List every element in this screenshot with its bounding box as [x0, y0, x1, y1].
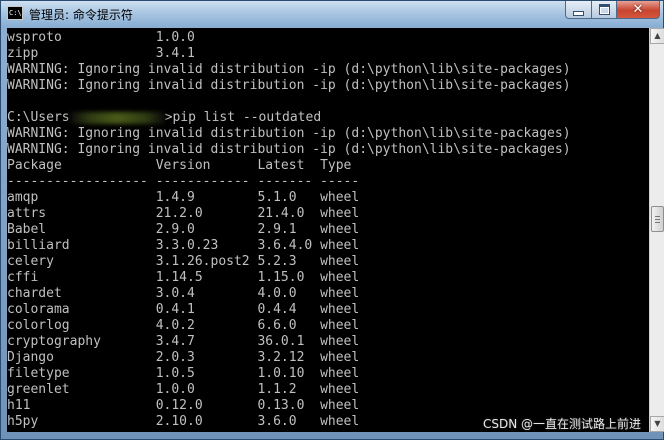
console-line: Package Version Latest Type — [7, 158, 352, 173]
console-line: greenlet 1.0.0 1.1.2 wheel — [7, 382, 360, 397]
console-line: colorama 0.4.1 0.4.4 wheel — [7, 302, 360, 317]
minimize-button[interactable] — [565, 1, 592, 19]
cmd-window: C:\ 管理员: 命令提示符 ✕ wsproto 1.0.0 zipp 3.4.1… — [0, 0, 664, 440]
minimize-icon — [573, 10, 584, 16]
close-icon: ✕ — [632, 2, 644, 17]
scroll-up-button[interactable]: ▲ — [650, 28, 664, 44]
console-line: colorlog 4.0.2 6.6.0 wheel — [7, 318, 360, 333]
console-line: WARNING: Ignoring invalid distribution -… — [7, 142, 571, 157]
prompt-path: C:\Users — [7, 110, 70, 125]
grip-line — [655, 222, 660, 223]
cmd-app-icon[interactable]: C:\ — [7, 6, 23, 20]
console-line: chardet 3.0.4 4.0.0 wheel — [7, 286, 360, 301]
console-line: cryptography 3.4.7 36.0.1 wheel — [7, 334, 360, 349]
maximize-icon — [598, 4, 610, 15]
console-line: Babel 2.9.0 2.9.1 wheel — [7, 222, 360, 237]
console-line: h5py 2.10.0 3.6.0 wheel — [7, 414, 360, 429]
console-line: zipp 3.4.1 — [7, 46, 195, 61]
arrow-down-icon: ▼ — [654, 419, 661, 428]
console-line: billiard 3.3.0.23 3.6.4.0 wheel — [7, 238, 360, 253]
console-line: WARNING: Ignoring invalid distribution -… — [7, 78, 571, 93]
scroll-down-button[interactable]: ▼ — [650, 416, 664, 432]
console-line: Django 2.0.3 3.2.12 wheel — [7, 350, 360, 365]
prompt-command: >pip list --outdated — [164, 110, 322, 125]
scroll-thumb[interactable] — [651, 206, 664, 232]
maximize-button[interactable] — [591, 1, 617, 19]
console-line: WARNING: Ignoring invalid distribution -… — [7, 62, 571, 77]
command-prompt-line: C:\Users >pip list --outdated — [7, 110, 321, 126]
close-button[interactable]: ✕ — [616, 1, 660, 19]
arrow-up-icon: ▲ — [654, 31, 661, 40]
window-title: 管理员: 命令提示符 — [29, 8, 133, 22]
grip-line — [655, 216, 660, 217]
console-line: h11 0.12.0 0.13.0 wheel — [7, 398, 360, 413]
console-line: WARNING: Ignoring invalid distribution -… — [7, 126, 571, 141]
console-line: filetype 1.0.5 1.0.10 wheel — [7, 366, 360, 381]
title-bar[interactable]: C:\ 管理员: 命令提示符 ✕ — [1, 1, 663, 27]
console-line: cffi 1.14.5 1.15.0 wheel — [7, 270, 360, 285]
console-line: attrs 21.2.0 21.4.0 wheel — [7, 206, 360, 221]
vertical-scrollbar[interactable]: ▲ ▼ — [649, 28, 664, 432]
console-line: wsproto 1.0.0 — [7, 30, 195, 45]
watermark-text: CSDN @一直在测试路上前进 — [483, 417, 642, 431]
console-line: ------------------ ------------ ------- … — [7, 174, 360, 189]
console-output[interactable]: wsproto 1.0.0 zipp 3.4.1 WARNING: Ignoring… — [7, 28, 649, 432]
console-line: amqp 1.4.9 5.1.0 wheel — [7, 190, 360, 205]
console-line: celery 3.1.26.post2 5.2.3 wheel — [7, 254, 360, 269]
redacted-username — [69, 111, 165, 124]
grip-line — [655, 219, 660, 220]
